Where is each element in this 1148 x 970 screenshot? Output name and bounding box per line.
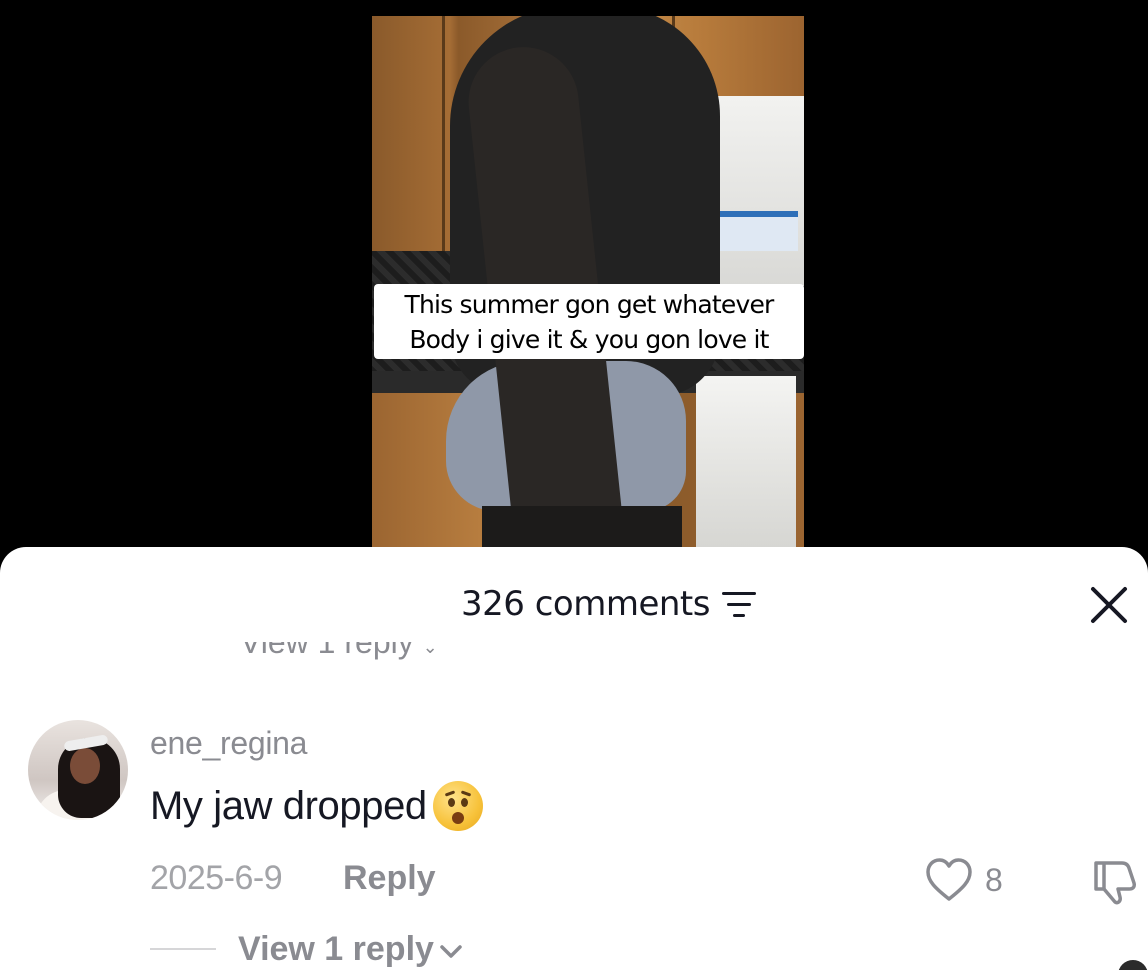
comments-header: 326 comments: [0, 547, 1148, 657]
view-replies-label: View 1 reply: [238, 930, 434, 968]
comment-body: My jaw dropped: [150, 781, 483, 831]
scene-stove: [696, 376, 796, 560]
caption-line-2: Body i give it & you gon love it: [409, 324, 769, 354]
previous-view-replies-label: View 1 reply: [240, 642, 414, 660]
comments-count-title: 326 comments: [461, 584, 710, 624]
reply-button[interactable]: Reply: [343, 859, 436, 898]
scene-fridge-note: [718, 211, 798, 251]
comments-sheet: 326 comments View 1 reply ⌄ ene_regina M…: [0, 547, 1148, 970]
chevron-down-icon: [440, 944, 462, 958]
avatar-face: [70, 748, 100, 784]
comment-date: 2025-6-9: [150, 859, 283, 897]
scroll-handle[interactable]: [1118, 960, 1148, 970]
video-caption: This summer gon get whatever Body i give…: [374, 284, 804, 359]
comment-text: My jaw dropped: [150, 783, 427, 828]
chevron-down-icon: ⌄: [422, 642, 438, 657]
heart-icon[interactable]: [925, 857, 973, 903]
scene-cabinet-seam: [442, 16, 445, 251]
like-count: 8: [985, 862, 1003, 898]
caption-line-1: This summer gon get whatever: [404, 289, 774, 319]
view-replies-button[interactable]: View 1 reply: [238, 930, 464, 969]
avatar[interactable]: [28, 720, 128, 820]
comment-username[interactable]: ene_regina: [150, 725, 307, 762]
filter-lines-icon[interactable]: [722, 592, 756, 618]
video-player[interactable]: This summer gon get whatever Body i give…: [0, 0, 1148, 560]
previous-view-replies-button[interactable]: View 1 reply ⌄: [240, 642, 438, 670]
reply-thread-divider: [150, 948, 216, 950]
thumbs-down-icon[interactable]: [1088, 855, 1140, 907]
close-icon[interactable]: [1089, 585, 1129, 625]
anguished-face-emoji-icon: [432, 781, 483, 831]
